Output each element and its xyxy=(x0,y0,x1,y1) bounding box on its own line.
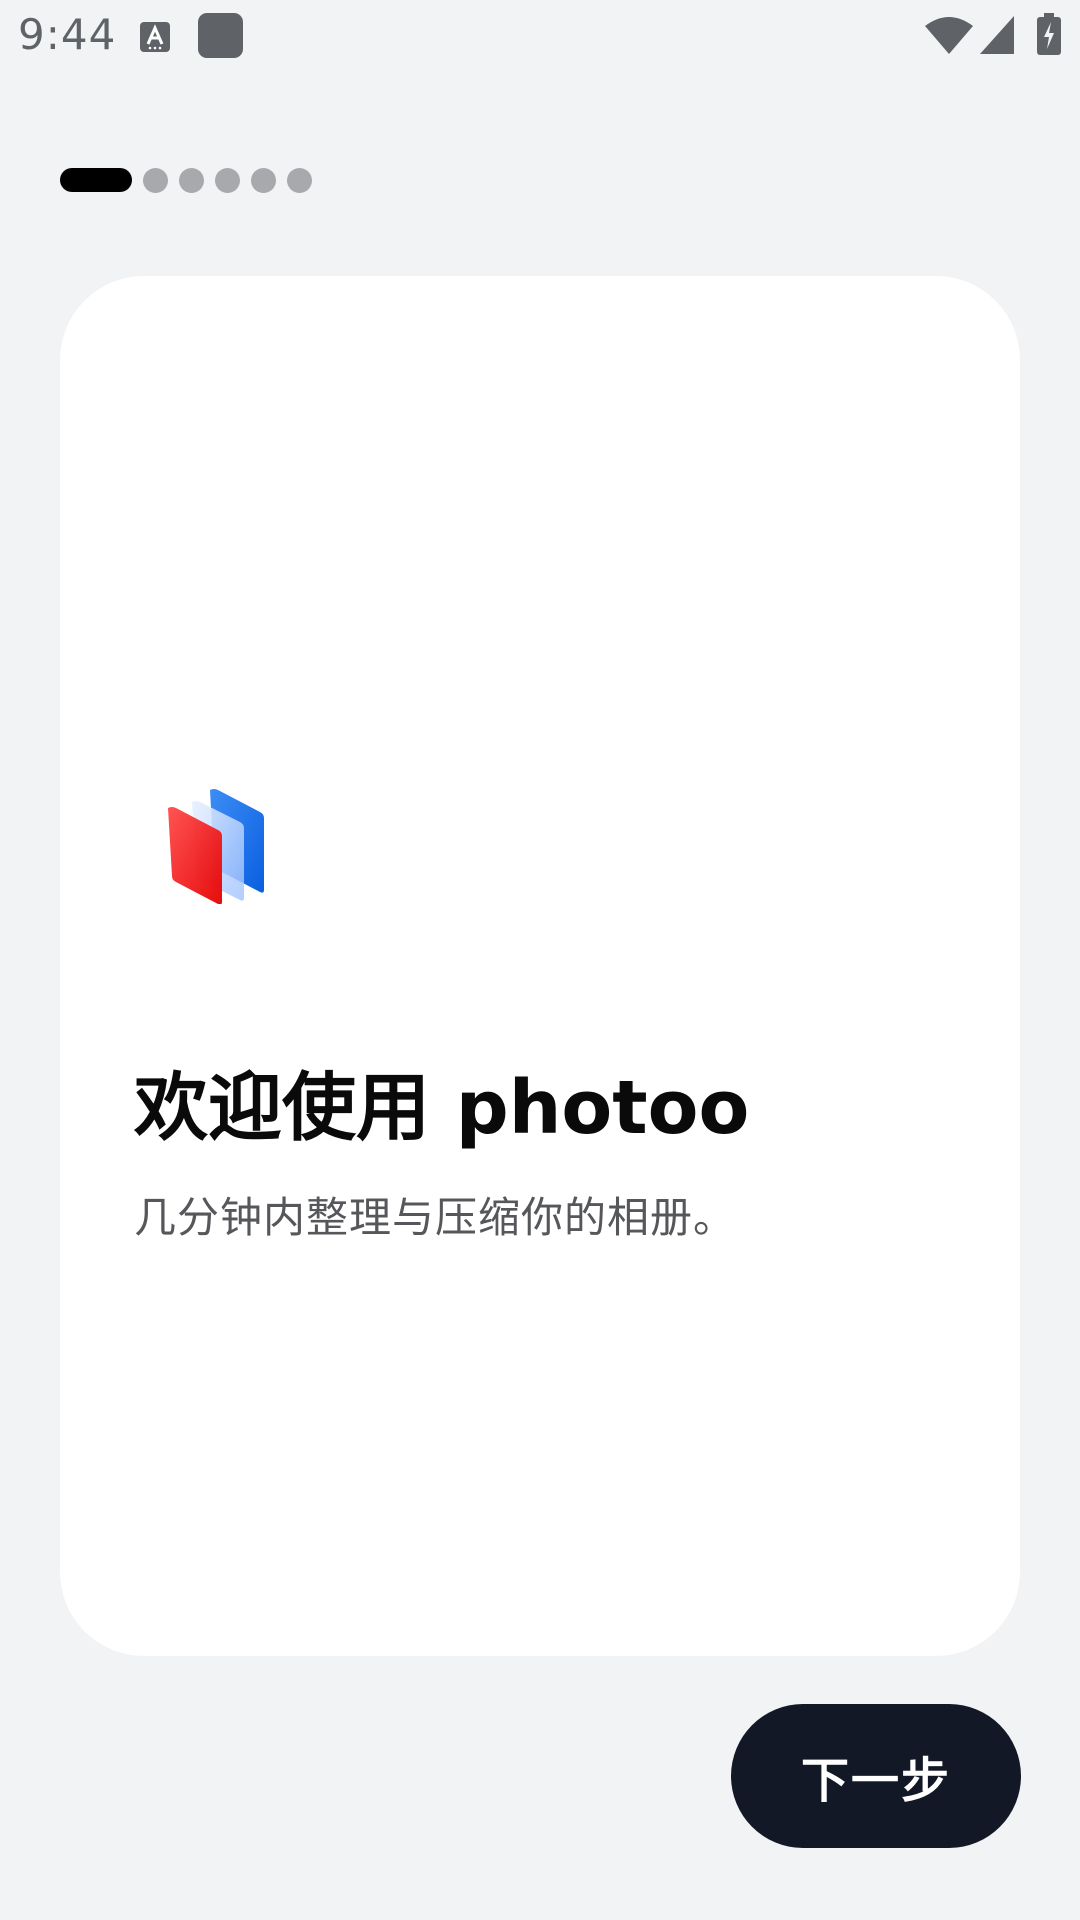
a-keyboard-icon xyxy=(140,22,170,52)
photoo-logo-icon xyxy=(168,789,264,904)
page-indicator-dot xyxy=(251,167,276,193)
app-square-icon xyxy=(198,13,243,58)
next-button[interactable]: 下一步 xyxy=(731,1704,1021,1848)
signal-icon xyxy=(980,16,1014,54)
page-indicator xyxy=(60,167,323,193)
status-bar: 9:44 xyxy=(0,0,1080,76)
page-indicator-dot xyxy=(179,167,204,193)
welcome-title: 欢迎使用 photoo xyxy=(134,1065,750,1151)
battery-charging-icon xyxy=(1037,13,1061,55)
status-time: 9:44 xyxy=(18,10,117,59)
page-indicator-dot xyxy=(287,167,312,193)
page-indicator-dot xyxy=(143,167,168,193)
page-indicator-dot xyxy=(215,167,240,193)
page-indicator-active xyxy=(60,168,132,192)
wifi-icon xyxy=(925,17,973,54)
welcome-card: 欢迎使用 photoo 几分钟内整理与压缩你的相册。 xyxy=(60,276,1020,1656)
welcome-subtitle: 几分钟内整理与压缩你的相册。 xyxy=(134,1193,737,1242)
